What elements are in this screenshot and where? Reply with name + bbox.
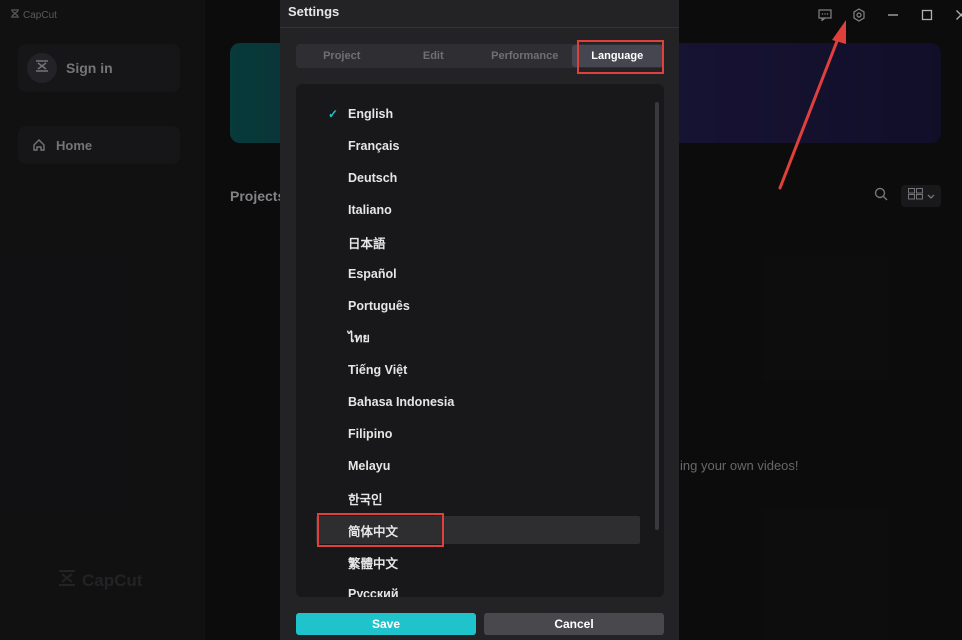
language-label: Filipino — [348, 427, 393, 441]
language-option-italiano[interactable]: Italiano — [296, 196, 641, 224]
language-label: Deutsch — [348, 171, 398, 185]
annotation-box-simplified-chinese — [317, 513, 444, 547]
tab-project[interactable]: Project — [296, 44, 388, 68]
language-label: Tiếng Việt — [348, 363, 408, 377]
language-label: Italiano — [348, 203, 392, 217]
checkmark-icon: ✓ — [328, 107, 339, 121]
cancel-button[interactable]: Cancel — [484, 613, 664, 635]
language-option-portugues[interactable]: Português — [296, 292, 641, 320]
language-label: ไทย — [348, 331, 370, 345]
language-option-vietnamese[interactable]: Tiếng Việt — [296, 356, 641, 384]
tab-edit[interactable]: Edit — [388, 44, 480, 68]
language-option-deutsch[interactable]: Deutsch — [296, 164, 641, 192]
language-label: 繁體中文 — [348, 556, 399, 571]
language-label: Español — [348, 267, 397, 281]
language-label: Português — [348, 299, 410, 313]
language-option-english[interactable]: ✓ English — [296, 100, 641, 128]
language-option-filipino[interactable]: Filipino — [296, 420, 641, 448]
language-option-thai[interactable]: ไทย — [296, 324, 641, 352]
language-option-espanol[interactable]: Español — [296, 260, 641, 288]
language-label: 한국인 — [348, 492, 383, 507]
language-label: English — [348, 107, 394, 121]
language-option-traditional-chinese[interactable]: 繁體中文 — [296, 548, 641, 576]
language-label: 日本語 — [348, 236, 386, 251]
language-label: Bahasa Indonesia — [348, 395, 455, 409]
language-label: Français — [348, 139, 400, 153]
list-scrollbar[interactable] — [655, 102, 659, 530]
save-button[interactable]: Save — [296, 613, 476, 635]
dialog-title: Settings — [288, 4, 340, 19]
language-option-russian[interactable]: Русский — [296, 580, 641, 597]
capcut-app: CapCut Sign in Home CapCut Projects ing … — [0, 0, 962, 640]
language-option-indonesian[interactable]: Bahasa Indonesia — [296, 388, 641, 416]
language-option-francais[interactable]: Français — [296, 132, 641, 160]
annotation-box-language-tab — [577, 40, 664, 74]
language-label: Русский — [348, 587, 399, 597]
divider — [280, 27, 679, 28]
language-option-korean[interactable]: 한국인 — [296, 484, 641, 512]
language-label: Melayu — [348, 459, 391, 473]
language-option-melayu[interactable]: Melayu — [296, 452, 641, 480]
language-option-japanese[interactable]: 日本語 — [296, 228, 641, 256]
tab-performance[interactable]: Performance — [479, 44, 571, 68]
